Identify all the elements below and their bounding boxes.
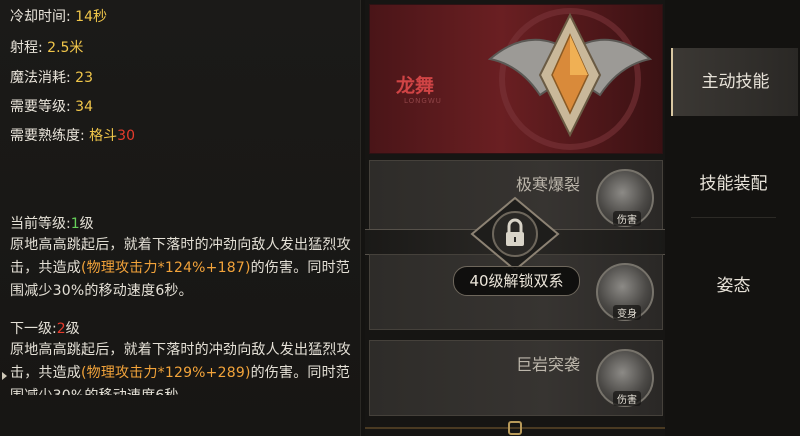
mana-cost-value: 23: [75, 70, 93, 86]
selected-skill-card[interactable]: 龙舞 LONGWU: [369, 4, 663, 154]
current-level-description: 原地高高跳起后，就着下落时的冲劲向敌人发出猛烈攻击，共造成(物理攻击力*124%…: [10, 234, 355, 303]
current-level-title: 当前等级:1级: [10, 215, 94, 233]
next-level-number: 2: [56, 321, 66, 337]
required-proficiency-number: 30: [117, 128, 135, 144]
tab-skill-loadout[interactable]: 技能装配: [671, 150, 796, 218]
mana-cost-row: 魔法消耗: 23: [10, 69, 93, 87]
skill-tag-transform: 变身: [613, 305, 641, 320]
skill-name-rock-assault: 巨岩突袭: [515, 355, 580, 374]
skill-name-frost-burst: 极寒爆裂: [515, 175, 580, 194]
required-level-label: 需要等级:: [10, 99, 71, 115]
range-row: 射程: 2.5米: [10, 39, 83, 57]
next-level-suffix: 级: [65, 321, 80, 337]
cooldown-label: 冷却时间:: [10, 9, 71, 25]
tab-skill-loadout-label: 技能装配: [699, 174, 768, 194]
cooldown-value: 14秒: [75, 9, 107, 25]
next-level-title: 下一级:2级: [10, 320, 80, 338]
next-level-label: 下一级:: [10, 321, 57, 337]
tab-active-skills-label: 主动技能: [701, 72, 770, 92]
required-level-row: 需要等级: 34: [10, 98, 93, 116]
current-level-suffix: 级: [79, 216, 94, 232]
skill-tab-bar: 主动技能 技能装配 姿态: [665, 0, 800, 436]
next-level-description: 原地高高跳起后，就着下落时的冲劲向敌人发出猛烈攻击，共造成(物理攻击力*129%…: [10, 339, 355, 395]
skill-list: 龙舞 LONGWU 极寒爆裂 伤害 变身 40级解锁双系 巨岩突袭 伤害: [365, 0, 665, 436]
selected-skill-subtitle: LONGWU: [404, 97, 442, 105]
required-level-value: 34: [75, 99, 93, 115]
skill-tag-rock-assault: 伤害: [613, 391, 641, 406]
mana-cost-label: 魔法消耗:: [10, 70, 71, 86]
tab-stance[interactable]: 姿态: [671, 252, 796, 320]
current-level-label: 当前等级:: [10, 216, 71, 232]
skill-tag-frost-burst: 伤害: [613, 211, 641, 226]
current-damage-formula: (物理攻击力*124%+187): [81, 260, 251, 276]
next-damage-formula: (物理攻击力*129%+289): [81, 365, 251, 381]
lock-icon: [470, 196, 560, 272]
cooldown-row: 冷却时间: 14秒: [10, 8, 107, 26]
scroll-marker-icon: [2, 372, 7, 380]
tab-divider: [691, 217, 776, 218]
required-proficiency-value: 格斗: [89, 128, 118, 144]
required-proficiency-row: 需要熟练度: 格斗30: [10, 127, 135, 145]
current-level-number: 1: [70, 216, 80, 232]
unlock-dual-class-label: 40级解锁双系: [453, 266, 580, 296]
chain-decoration-icon: [365, 421, 665, 435]
skill-detail-panel: 冷却时间: 14秒 射程: 2.5米 魔法消耗: 23 需要等级: 34 需要熟…: [0, 0, 361, 436]
skill-card-rock-assault[interactable]: 巨岩突袭 伤害: [369, 340, 663, 416]
selected-skill-name: 龙舞: [396, 75, 435, 97]
dragon-dance-emblem-icon: [487, 8, 653, 150]
tab-active-skills[interactable]: 主动技能: [671, 48, 798, 116]
range-label: 射程:: [10, 40, 43, 56]
tab-stance-label: 姿态: [716, 276, 751, 296]
required-proficiency-label: 需要熟练度:: [10, 128, 85, 144]
range-value: 2.5米: [47, 40, 84, 56]
